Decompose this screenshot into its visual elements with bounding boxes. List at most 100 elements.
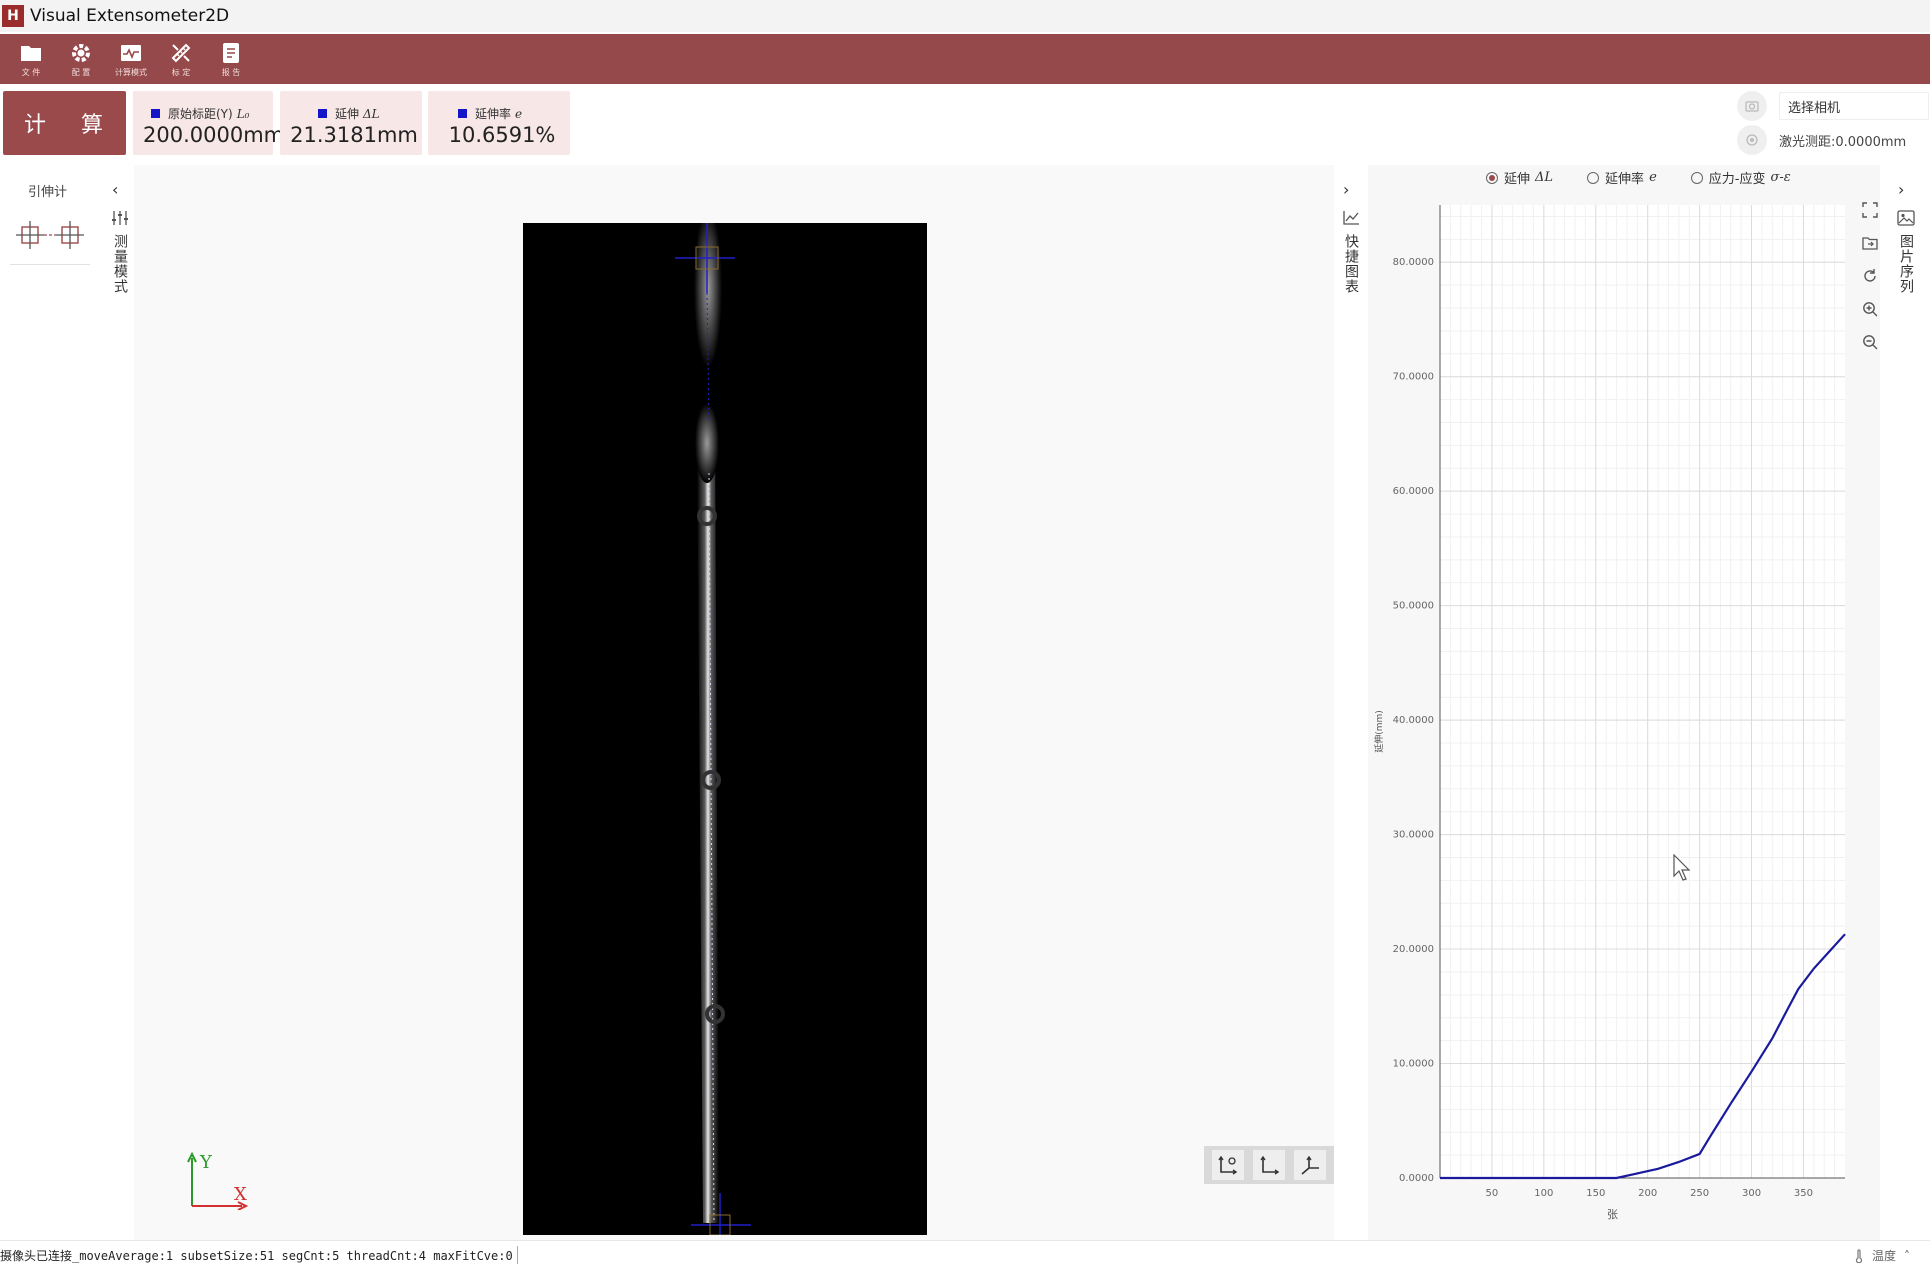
option-label: 应力-应变 <box>1708 172 1766 187</box>
expand-images-chevron-icon[interactable]: › <box>1898 180 1904 199</box>
x-tick-label: 300 <box>1742 1188 1761 1199</box>
camera-select[interactable]: 选择相机 <box>1779 92 1929 120</box>
status-bar: 摄像头已连接_moveAverage:1 subsetSize:51 segCn… <box>0 1240 1930 1269</box>
axis-3d-button[interactable] <box>1293 1150 1326 1180</box>
x-tick-label: 150 <box>1586 1188 1605 1199</box>
collapse-left-chevron-icon[interactable]: ‹ <box>112 180 118 199</box>
extensometer-title: 引伸计 <box>28 185 68 200</box>
laser-icon[interactable] <box>1737 125 1767 155</box>
metric-value: 10.6591% <box>448 123 556 147</box>
zoom-out-button[interactable] <box>1860 332 1880 352</box>
compute-mode-button[interactable]: 计算模式 <box>106 34 156 84</box>
image-icon <box>1897 210 1915 226</box>
x-axis-label: 张 <box>1607 1208 1618 1221</box>
axis-2d-icon <box>1260 1155 1280 1175</box>
config-button[interactable]: 配 置 <box>56 34 106 84</box>
camera-select-row: 选择相机 <box>1737 91 1930 121</box>
option-label: 延伸 <box>1504 172 1531 187</box>
metric-elongation: 延伸 ΔL 21.3181mm <box>280 91 422 155</box>
file-button[interactable]: 文 件 <box>6 34 56 84</box>
measure-mode-tab[interactable]: 测量模式 <box>108 210 132 294</box>
option-elongation[interactable]: 延伸 ΔL <box>1486 168 1553 187</box>
divider <box>10 264 90 265</box>
metric-symbol: ΔL <box>363 106 380 121</box>
y-tick-label: 10.0000 <box>1393 1059 1434 1070</box>
option-symbol: e <box>1649 170 1657 185</box>
fullscreen-button[interactable] <box>1860 200 1880 220</box>
compute-button[interactable]: 计 算 <box>3 91 126 155</box>
axis-3d-icon <box>1301 1155 1319 1175</box>
y-tick-label: 50.0000 <box>1393 601 1434 612</box>
y-tick-label: 60.0000 <box>1393 486 1434 497</box>
temperature-label: 温度 <box>1871 1249 1896 1263</box>
y-tick-label: 40.0000 <box>1393 715 1434 726</box>
extensometer-icon[interactable] <box>15 218 85 252</box>
y-tick-label: 30.0000 <box>1393 830 1434 841</box>
expand-chart-chevron-icon[interactable]: › <box>1343 180 1349 199</box>
x-tick-label: 100 <box>1534 1188 1553 1199</box>
axis-reset-button[interactable] <box>1212 1150 1245 1180</box>
y-tick-label: 70.0000 <box>1393 372 1434 383</box>
option-elongation-rate[interactable]: 延伸率 e <box>1587 168 1657 187</box>
image-sequence-label: 图片序列 <box>1898 234 1914 294</box>
file-label: 文 件 <box>21 67 41 77</box>
quick-chart-label: 快捷图表 <box>1343 234 1359 294</box>
camera-image[interactable] <box>523 223 927 1235</box>
measure-mode-label: 测量模式 <box>112 234 128 294</box>
fullscreen-icon <box>1862 202 1878 218</box>
thermometer-icon <box>1855 1248 1863 1263</box>
option-stress-strain[interactable]: 应力-应变 σ-ε <box>1690 168 1791 187</box>
x-tick-label: 200 <box>1638 1188 1657 1199</box>
metric-symbol: e <box>515 106 523 121</box>
laser-distance: 激光测距:0.0000mm <box>1779 134 1907 150</box>
folder-icon <box>21 45 41 61</box>
chart-toolbar <box>1858 200 1882 365</box>
chart-type-options: 延伸 ΔL 延伸率 e 应力-应变 σ-ε <box>1486 168 1825 187</box>
x-tick-label: 50 <box>1486 1188 1499 1199</box>
temperature-indicator[interactable]: 温度 ˄ <box>1852 1247 1910 1264</box>
status-separator <box>516 1246 518 1264</box>
gear-icon <box>72 43 90 62</box>
option-label: 延伸率 <box>1605 172 1645 187</box>
main-toolbar: 文 件 配 置 计算模式 标 定 报 告 <box>0 34 1930 84</box>
elongation-chart[interactable]: 50 100 150 200 250 300 350 0.0000 10.0000 20.0000… <box>1368 195 1858 1235</box>
refresh-icon <box>1864 269 1876 282</box>
series-marker <box>458 109 467 118</box>
y-axis-letter: Y <box>199 1152 213 1173</box>
option-symbol: σ-ε <box>1770 170 1791 185</box>
mouse-cursor-icon <box>1673 854 1691 881</box>
series-marker <box>151 109 160 118</box>
view-mode-buttons <box>1204 1146 1334 1184</box>
app-title: Visual Extensometer2D <box>30 6 230 26</box>
calibrate-button[interactable]: 标 定 <box>156 34 206 84</box>
report-label: 报 告 <box>221 67 241 77</box>
camera-icon[interactable] <box>1737 91 1767 121</box>
coordinate-axis-icon: Y X <box>187 1151 249 1210</box>
axis-2d-button[interactable] <box>1252 1150 1285 1180</box>
x-axis-letter: X <box>234 1184 247 1205</box>
radio-selected-icon <box>1486 171 1498 184</box>
config-label: 配 置 <box>71 67 91 77</box>
report-button[interactable]: 报 告 <box>206 34 256 84</box>
left-panel: 引伸计 <box>0 165 105 1240</box>
x-tick-label: 250 <box>1690 1188 1709 1199</box>
metric-value: 21.3181mm <box>290 123 418 147</box>
metric-gauge-length: 原始标距(Y) L₀ 200.0000mm <box>133 91 284 155</box>
refresh-button[interactable] <box>1860 266 1880 286</box>
export-button[interactable] <box>1860 233 1880 253</box>
chevron-up-icon: ˄ <box>1904 1248 1910 1263</box>
compute-mode-label: 计算模式 <box>115 67 147 77</box>
metric-symbol: L₀ <box>236 106 250 121</box>
x-tick-label: 350 <box>1794 1188 1813 1199</box>
waveform-icon <box>121 44 141 61</box>
zoom-in-button[interactable] <box>1860 299 1880 319</box>
quick-chart-tab[interactable]: 快捷图表 <box>1340 210 1362 294</box>
series-marker <box>318 109 327 118</box>
y-tick-label: 80.0000 <box>1393 257 1434 268</box>
image-sequence-tab[interactable]: 图片序列 <box>1894 210 1918 294</box>
zoom-out-icon <box>1863 335 1878 350</box>
status-text: 摄像头已连接_moveAverage:1 subsetSize:51 segCn… <box>0 1248 513 1263</box>
calibrate-label: 标 定 <box>171 67 191 77</box>
metric-label: 原始标距(Y) <box>168 107 233 121</box>
folder-export-icon <box>1862 237 1878 250</box>
